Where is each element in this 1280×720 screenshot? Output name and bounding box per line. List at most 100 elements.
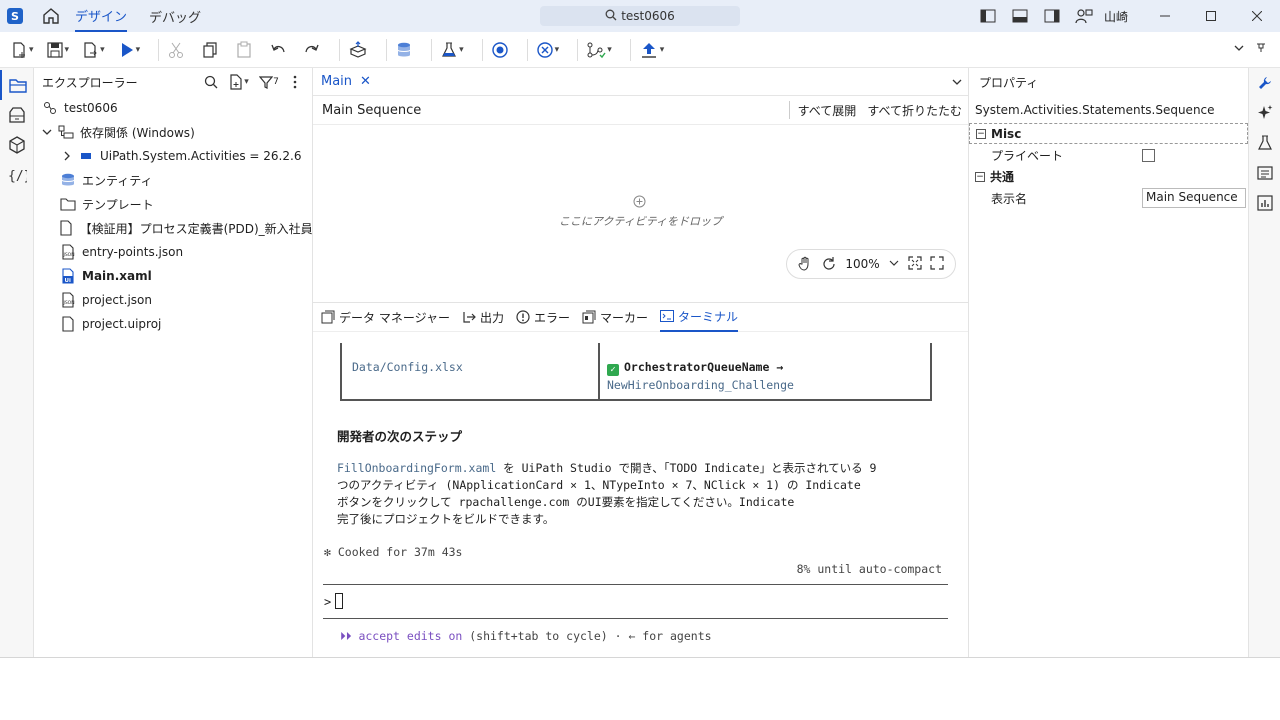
fit-to-screen-icon[interactable] <box>907 255 922 273</box>
terminal-line-1-text: を UiPath Studio で開き、「TODO Indicate」と表示され… <box>496 461 877 475</box>
explorer-icon[interactable] <box>0 70 34 100</box>
private-checkbox[interactable] <box>1142 148 1155 162</box>
paste-icon[interactable] <box>233 36 255 64</box>
new-icon[interactable]: ▾ <box>8 36 36 64</box>
bottom-panel: データ マネージャー 出力 エラー マーカー ターミナル Data/Config… <box>313 302 968 658</box>
tab-terminal[interactable]: ターミナル <box>660 303 739 332</box>
object-repository-icon[interactable] <box>0 100 34 130</box>
chevron-down-icon[interactable] <box>40 125 54 139</box>
tree-item[interactable]: UiPath.System.Activities = 26.2.6 <box>34 144 312 168</box>
minimize-icon[interactable] <box>1142 0 1188 32</box>
display-name-field[interactable]: Main Sequence <box>1142 188 1246 208</box>
copy-icon[interactable] <box>199 36 221 64</box>
pin-icon[interactable] <box>1256 41 1266 56</box>
layout-bottom-icon[interactable] <box>1004 0 1036 32</box>
tab-debug[interactable]: デバッグ <box>149 0 201 32</box>
cooked-status: ✻ Cooked for 37m 43s <box>324 545 463 559</box>
terminal-line-2: つのアクティビティ (NApplicationCard × 1、NTypeInt… <box>337 478 861 492</box>
checkmark-icon: ✓ <box>607 364 619 376</box>
tree-item[interactable]: エンティティ <box>34 168 312 192</box>
tree-item[interactable]: project.uiproj <box>34 312 312 336</box>
tab-design[interactable]: デザイン <box>75 0 128 32</box>
chevron-right-icon[interactable] <box>60 149 74 163</box>
sequence-name: Main Sequence <box>322 102 422 118</box>
search-box[interactable]: test0606 <box>540 6 740 26</box>
tab-main[interactable]: Main ✕ <box>321 68 371 96</box>
publish-package-icon[interactable] <box>346 36 370 64</box>
project-icon <box>42 100 58 116</box>
redo-icon[interactable] <box>301 36 323 64</box>
user-feedback-icon[interactable] <box>1068 0 1100 32</box>
publish-icon[interactable]: ▾ <box>637 36 667 64</box>
terminal-cursor <box>335 593 344 609</box>
data-service-icon[interactable] <box>393 36 415 64</box>
test-explorer-icon[interactable] <box>1249 128 1280 158</box>
explorer-title: エクスプローラー <box>42 75 138 90</box>
tree-item[interactable]: 依存関係 (Windows) <box>34 120 312 144</box>
properties-wrench-icon[interactable] <box>1249 68 1280 98</box>
run-icon[interactable]: ▾ <box>117 36 143 64</box>
designer-canvas[interactable]: ここにアクティビティをドロップ 100% <box>313 125 968 301</box>
username[interactable]: 山崎 <box>1104 8 1128 25</box>
tree-item-label: テンプレート <box>82 197 154 212</box>
cancel-icon[interactable]: ▾ <box>534 36 562 64</box>
add-activity-icon[interactable] <box>633 195 646 208</box>
new-file-icon[interactable]: ▾ <box>224 71 254 93</box>
collapse-icon[interactable]: − <box>976 128 986 139</box>
dependencies-icon <box>58 124 74 140</box>
footer-accept-edits: accept edits on <box>358 629 463 643</box>
category-misc[interactable]: − Misc <box>969 123 1248 144</box>
terminal-output[interactable]: Data/Config.xlsx ✓ OrchestratorQueueName … <box>313 333 968 659</box>
expand-all-link[interactable]: すべて展開 <box>798 102 857 119</box>
close-icon[interactable]: ✕ <box>360 74 371 89</box>
output-icon <box>462 310 476 324</box>
cut-icon[interactable] <box>165 36 187 64</box>
search-text: test0606 <box>621 9 675 23</box>
tree-item[interactable]: 【検証用】プロセス定義書(PDD)_新入社員オン... <box>34 216 312 240</box>
layout-right-icon[interactable] <box>1036 0 1068 32</box>
export-icon[interactable]: ▾ <box>79 36 107 64</box>
outline-icon[interactable] <box>1249 158 1280 188</box>
tab-data-manager[interactable]: データ マネージャー <box>321 303 450 332</box>
packages-icon[interactable] <box>0 130 34 160</box>
sequence-header: Main Sequence すべて展開 すべて折りたたむ <box>313 96 968 125</box>
undo-icon[interactable] <box>267 36 289 64</box>
filter-icon[interactable]: 7 <box>256 71 282 93</box>
toolbar-overflow-icon[interactable] <box>1234 42 1244 56</box>
analyze-icon[interactable]: ▾ <box>584 36 614 64</box>
zoom-level[interactable]: 100% <box>845 257 879 271</box>
tab-errors[interactable]: エラー <box>516 303 570 332</box>
more-options-icon[interactable] <box>284 71 306 93</box>
xaml-icon: Ui <box>60 268 76 284</box>
analytics-icon[interactable] <box>1249 188 1280 218</box>
tree-item[interactable]: Ui Main.xaml <box>34 264 312 288</box>
tree-item[interactable]: JSON entry-points.json <box>34 240 312 264</box>
tree-item[interactable]: test0606 <box>34 96 312 120</box>
terminal-prompt[interactable]: > <box>324 593 344 609</box>
record-icon[interactable] <box>489 36 511 64</box>
tab-output[interactable]: 出力 <box>462 303 504 332</box>
reset-zoom-icon[interactable] <box>822 256 836 273</box>
chevron-down-icon[interactable] <box>952 76 962 90</box>
maximize-icon[interactable] <box>1188 0 1234 32</box>
fullscreen-icon[interactable] <box>930 255 945 273</box>
tree-item[interactable]: JSON project.json <box>34 288 312 312</box>
category-common[interactable]: − 共通 <box>969 166 1248 187</box>
snippets-icon[interactable]: {/} <box>0 160 34 190</box>
hand-icon[interactable] <box>797 255 813 274</box>
tree-item[interactable]: テンプレート <box>34 192 312 216</box>
save-icon[interactable]: ▾ <box>44 36 72 64</box>
search-icon <box>605 9 621 24</box>
autopilot-sparkle-icon[interactable] <box>1249 98 1280 128</box>
close-window-icon[interactable] <box>1234 0 1280 32</box>
layout-left-icon[interactable] <box>972 0 1004 32</box>
tab-errors-label: エラー <box>534 310 571 325</box>
tab-markers[interactable]: マーカー <box>582 303 648 332</box>
search-icon[interactable] <box>200 71 222 93</box>
tab-data-manager-label: データ マネージャー <box>339 310 450 325</box>
collapse-icon[interactable]: − <box>975 171 985 182</box>
home-icon[interactable] <box>41 6 61 26</box>
collapse-all-link[interactable]: すべて折りたたむ <box>867 102 962 119</box>
chevron-down-icon[interactable] <box>889 257 899 271</box>
test-flask-icon[interactable]: ▾ <box>438 36 466 64</box>
